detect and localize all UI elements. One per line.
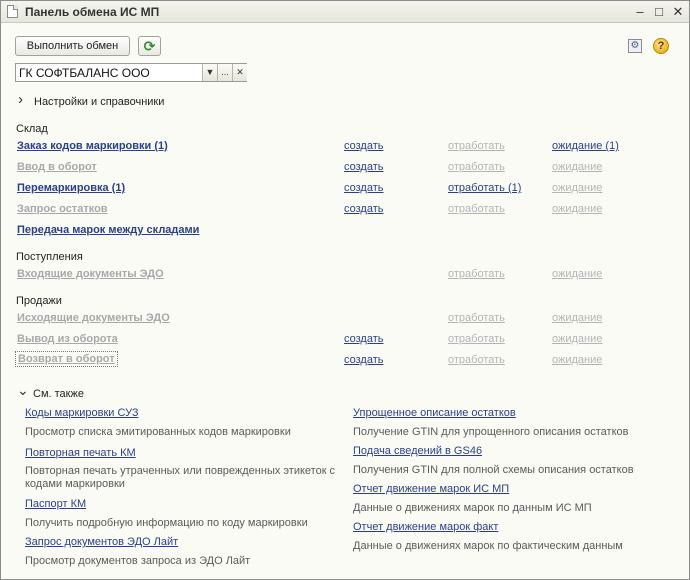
doc-marking-order[interactable]: Заказ кодов маркировки (1) (17, 140, 168, 152)
desc-simplified-stock: Получение GTIN для упрощенного описания … (353, 426, 629, 438)
doc-outgoing-edo[interactable]: Исходящие документы ЭДО (17, 312, 170, 324)
link-gs46[interactable]: Подача сведений в GS46 (353, 445, 482, 457)
outgoing-edo-process[interactable]: отработать (448, 312, 505, 324)
section-sales-label: Продажи (16, 295, 62, 307)
title-bar[interactable]: Панель обмена ИС МП – □ ✕ (1, 1, 689, 23)
desc-gs46: Получения GTIN для полной схемы описания… (353, 464, 634, 476)
marking-order-create[interactable]: создать (344, 140, 383, 152)
refresh-button[interactable]: ⟳ (138, 36, 161, 56)
link-edo-lite-request[interactable]: Запрос документов ЭДО Лайт (25, 536, 178, 548)
chevron-right-icon[interactable]: › (18, 92, 23, 107)
help-icon[interactable]: ? (653, 38, 669, 54)
desc-reprint-km: Повторная печать утраченных или поврежде… (25, 465, 336, 490)
section-warehouse-label: Склад (16, 123, 48, 135)
stock-request-process[interactable]: отработать (448, 203, 505, 215)
return-process[interactable]: отработать (448, 354, 505, 366)
doc-withdrawal[interactable]: Вывод из оборота (17, 333, 118, 345)
clear-icon[interactable]: ✕ (232, 64, 247, 81)
doc-remarking[interactable]: Перемаркировка (1) (17, 182, 125, 194)
outgoing-edo-wait[interactable]: ожидание (552, 312, 602, 324)
panel-content: Выполнить обмен ⟳ ⚙ ? ГК СОФТБАЛАНС ООО … (1, 24, 689, 579)
maximize-button[interactable]: □ (651, 4, 667, 20)
withdrawal-wait[interactable]: ожидание (552, 333, 602, 345)
incoming-edo-process[interactable]: отработать (448, 268, 505, 280)
link-report-ismp[interactable]: Отчет движение марок ИС МП (353, 483, 509, 495)
link-reprint-km[interactable]: Повторная печать КМ (25, 447, 136, 459)
withdrawal-create[interactable]: создать (344, 333, 383, 345)
remarking-process[interactable]: отработать (1) (448, 182, 521, 194)
link-km-passport[interactable]: Паспорт КМ (25, 498, 86, 510)
doc-stock-request[interactable]: Запрос остатков (17, 203, 108, 215)
desc-km-passport: Получить подробную информацию по коду ма… (25, 517, 308, 529)
link-simplified-stock[interactable]: Упрощенное описание остатков (353, 407, 516, 419)
exchange-panel-window: Панель обмена ИС МП – □ ✕ Выполнить обме… (0, 0, 690, 580)
dropdown-icon[interactable]: ▼ (202, 64, 217, 81)
stock-request-create[interactable]: создать (344, 203, 383, 215)
organization-field[interactable]: ГК СОФТБАЛАНС ООО ▼ ... ✕ (15, 63, 247, 82)
settings-icon[interactable]: ⚙ (628, 39, 642, 53)
doc-commissioning[interactable]: Ввод в оборот (17, 161, 97, 173)
desc-suz-codes: Просмотр списка эмитированных кодов марк… (25, 426, 291, 438)
marking-order-process[interactable]: отработать (448, 140, 505, 152)
section-receipts-label: Поступления (16, 251, 83, 263)
incoming-edo-wait[interactable]: ожидание (552, 268, 602, 280)
withdrawal-process[interactable]: отработать (448, 333, 505, 345)
see-also-label[interactable]: См. также (33, 388, 84, 400)
link-suz-codes[interactable]: Коды маркировки СУЗ (25, 407, 138, 419)
desc-edo-lite-request: Просмотр документов запроса из ЭДО Лайт (25, 555, 251, 567)
desc-report-fact: Данные о движениях марок по фактическим … (353, 540, 623, 552)
commissioning-create[interactable]: создать (344, 161, 383, 173)
return-wait[interactable]: ожидание (552, 354, 602, 366)
refresh-icon: ⟳ (143, 37, 156, 54)
remarking-create[interactable]: создать (344, 182, 383, 194)
chevron-down-icon[interactable]: ⌄ (17, 383, 29, 397)
marking-order-wait[interactable]: ожидание (1) (552, 140, 619, 152)
settings-group-label[interactable]: Настройки и справочники (34, 96, 164, 108)
stock-request-wait[interactable]: ожидание (552, 203, 602, 215)
commissioning-process[interactable]: отработать (448, 161, 505, 173)
run-exchange-button[interactable]: Выполнить обмен (15, 36, 130, 56)
doc-transfer-between-warehouses[interactable]: Передача марок между складами (17, 224, 199, 236)
return-create[interactable]: создать (344, 354, 383, 366)
link-report-fact[interactable]: Отчет движение марок факт (353, 521, 498, 533)
document-icon (7, 5, 18, 18)
minimize-button[interactable]: – (632, 4, 648, 20)
doc-return-to-circulation[interactable]: Возврат в оборот (15, 351, 118, 367)
close-button[interactable]: ✕ (670, 4, 686, 20)
choose-button[interactable]: ... (217, 64, 232, 81)
doc-incoming-edo[interactable]: Входящие документы ЭДО (17, 268, 164, 280)
desc-report-ismp: Данные о движениях марок по данным ИС МП (353, 502, 592, 514)
organization-value: ГК СОФТБАЛАНС ООО (19, 66, 150, 80)
commissioning-wait[interactable]: ожидание (552, 161, 602, 173)
window-title: Панель обмена ИС МП (25, 5, 160, 19)
remarking-wait[interactable]: ожидание (552, 182, 602, 194)
